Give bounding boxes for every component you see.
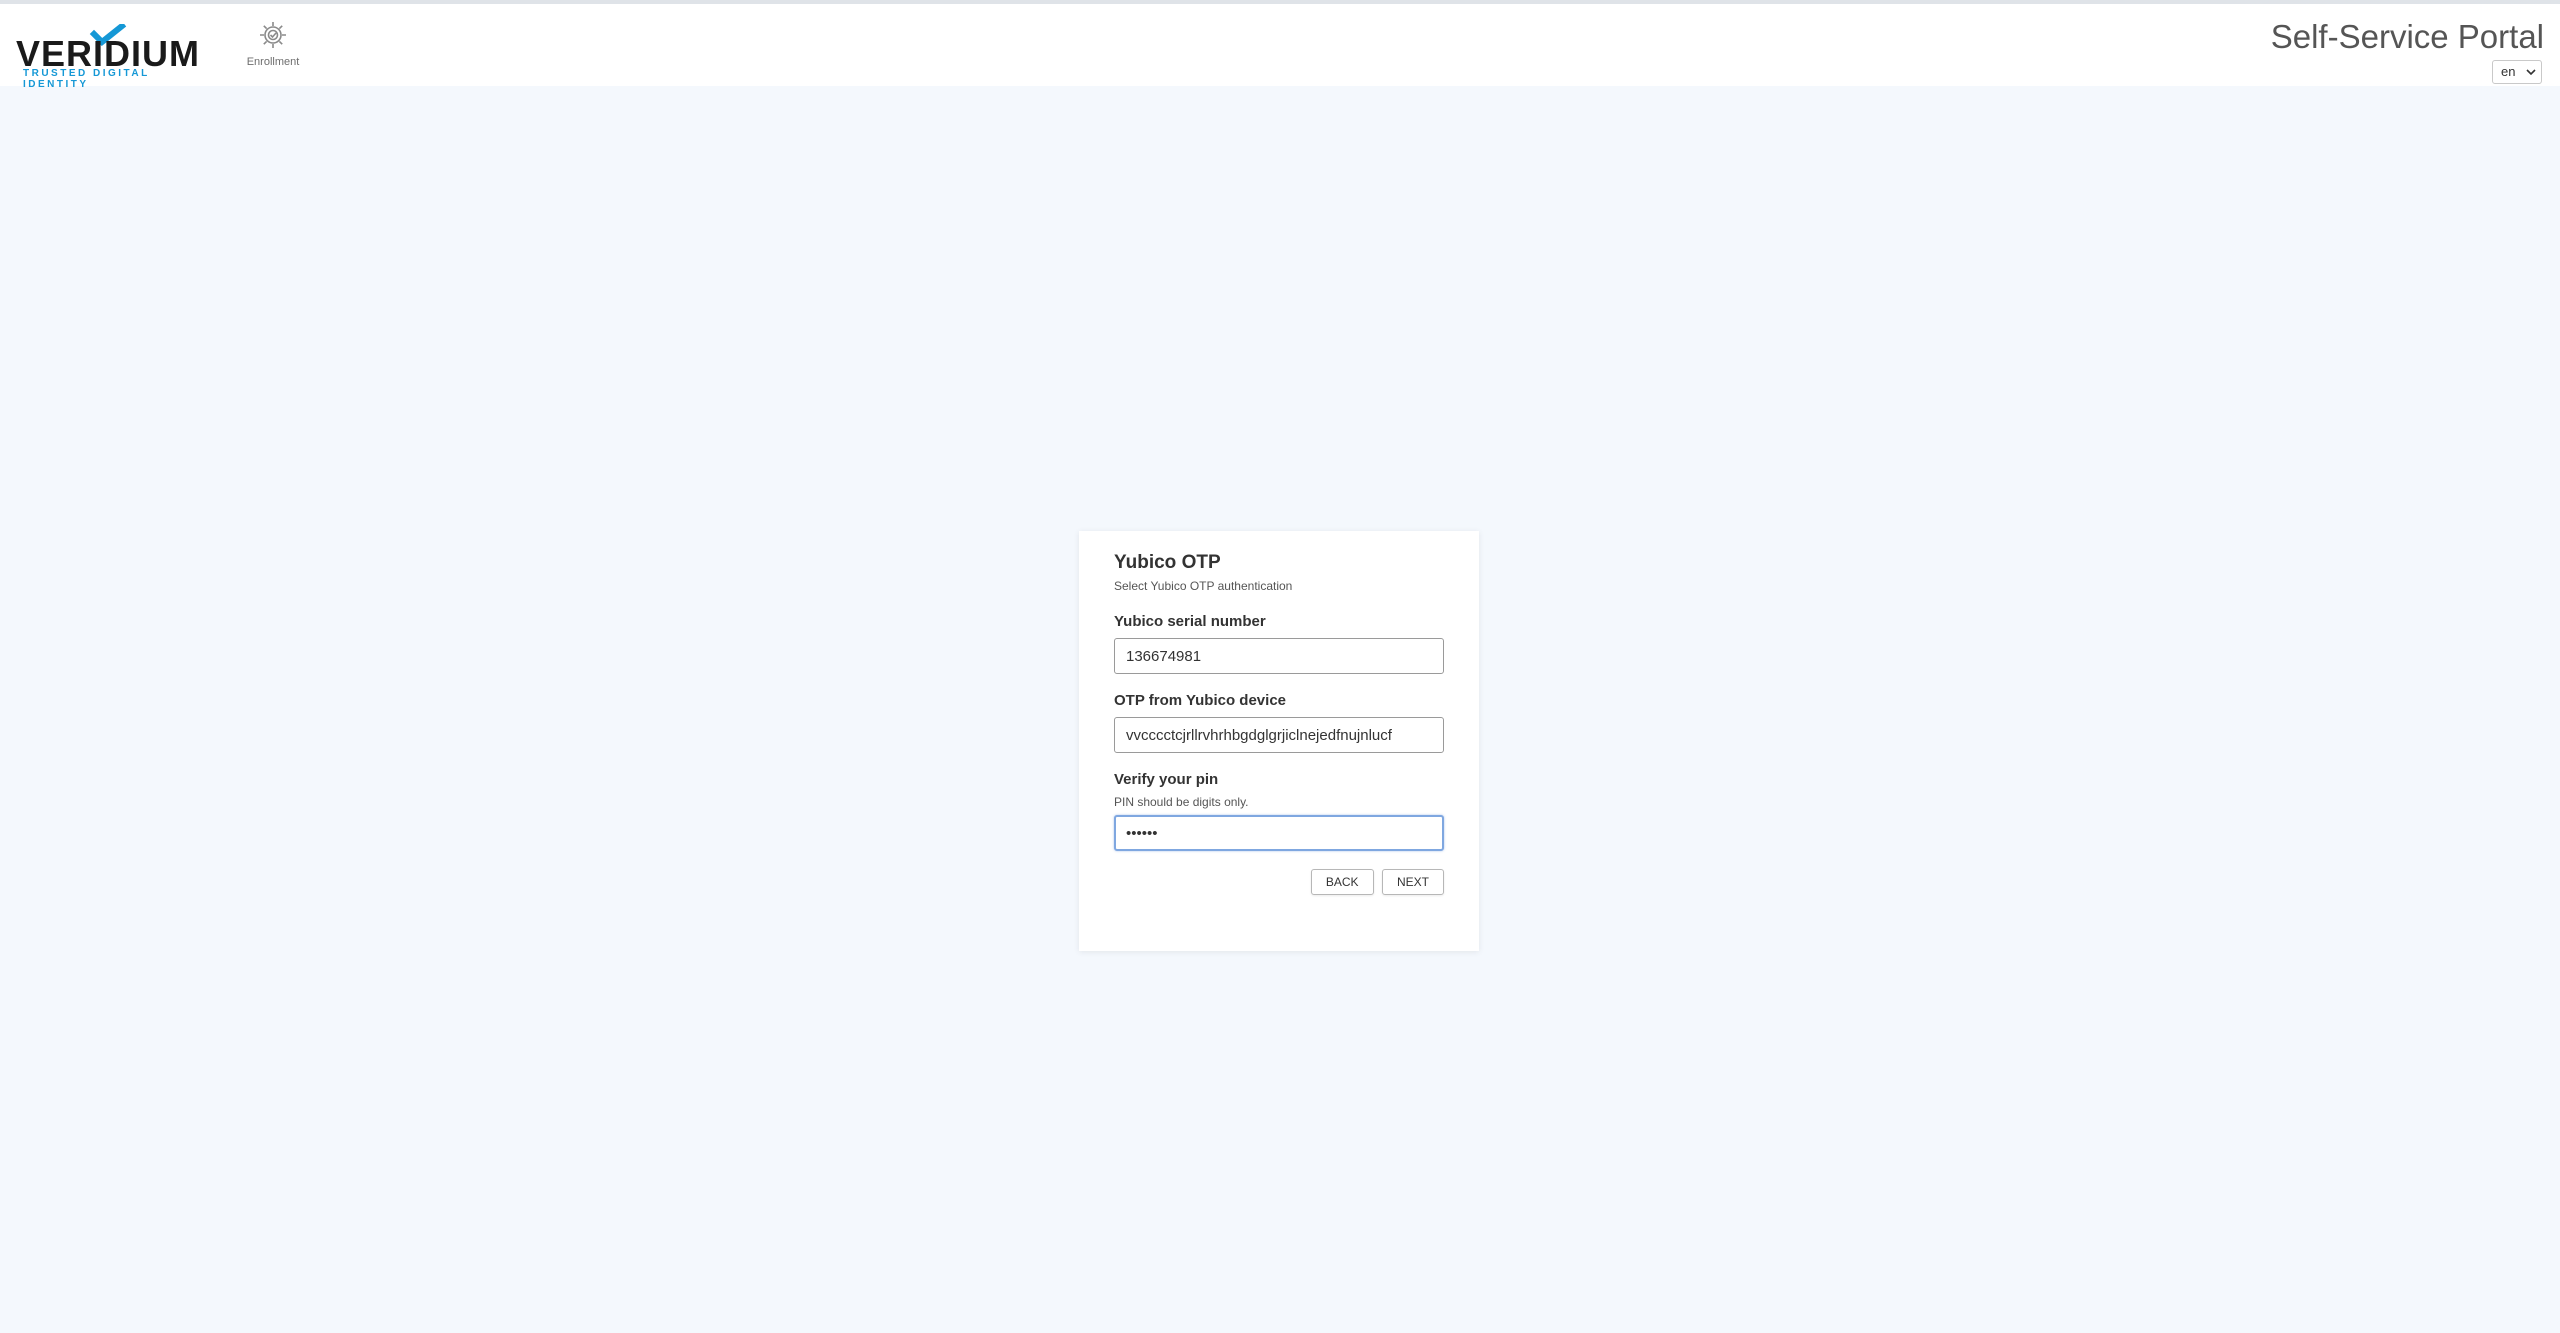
next-button[interactable]: NEXT xyxy=(1381,869,1444,895)
serial-number-input[interactable] xyxy=(1114,638,1444,674)
pin-hint: PIN should be digits only. xyxy=(1114,795,1249,809)
pin-input[interactable] xyxy=(1114,815,1444,851)
serial-number-label: Yubico serial number xyxy=(1114,613,1266,630)
pin-group: Verify your pin PIN should be digits onl… xyxy=(1114,771,1444,851)
form-title: Yubico OTP xyxy=(1114,552,1221,573)
back-button[interactable]: BACK xyxy=(1310,869,1374,895)
veridium-logo[interactable]: VERIDIUM TRUSTED DIGITAL IDENTITY xyxy=(16,24,199,90)
form-subtitle: Select Yubico OTP authentication xyxy=(1114,579,1293,593)
form-actions: BACK NEXT xyxy=(1114,869,1444,895)
otp-input[interactable] xyxy=(1114,717,1444,753)
serial-number-group: Yubico serial number xyxy=(1114,613,1444,674)
nav-item-enrollment[interactable]: Enrollment xyxy=(240,20,306,82)
brand-tagline: TRUSTED DIGITAL IDENTITY xyxy=(23,68,150,90)
app-header: VERIDIUM TRUSTED DIGITAL IDENTITY Enroll… xyxy=(0,4,2560,90)
language-select[interactable]: en xyxy=(2492,60,2542,84)
otp-label: OTP from Yubico device xyxy=(1114,692,1287,709)
pin-label: Verify your pin xyxy=(1114,771,1219,788)
language-select-value: en xyxy=(2501,64,2516,79)
otp-group: OTP from Yubico device xyxy=(1114,692,1444,753)
nav-item-enrollment-label: Enrollment xyxy=(246,56,300,68)
chevron-down-icon xyxy=(2526,69,2536,76)
yubico-otp-card: Yubico OTP Select Yubico OTP authenticat… xyxy=(1079,531,1479,951)
portal-title: Self-Service Portal xyxy=(2270,18,2544,55)
enrollment-gear-icon xyxy=(260,22,286,48)
